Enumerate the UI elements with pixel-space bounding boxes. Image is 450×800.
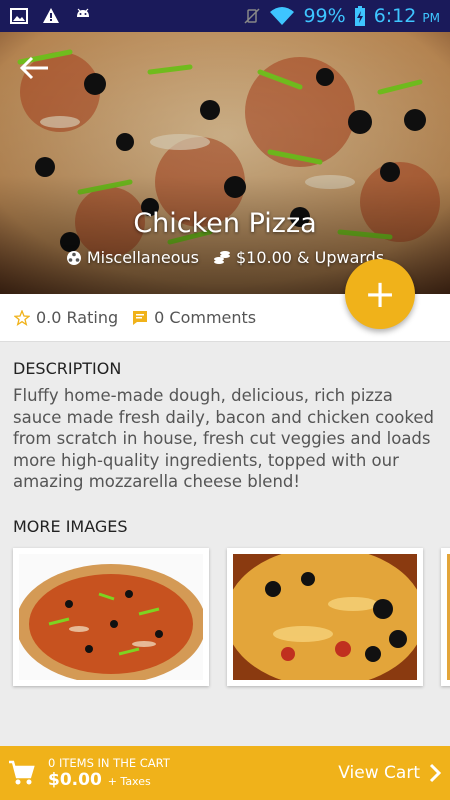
comment-icon [133, 310, 148, 325]
product-category: Miscellaneous [86, 248, 199, 267]
warning-icon [43, 8, 59, 23]
shopping-cart-icon [9, 760, 35, 785]
gallery-thumbnail[interactable] [225, 547, 425, 687]
product-title: Chicken Pizza [133, 208, 317, 239]
battery-charging-icon [354, 6, 365, 26]
pizza-image [16, 554, 206, 684]
image-icon [10, 8, 28, 24]
gallery-thumbnail[interactable] [441, 548, 450, 686]
more-images-gallery [13, 547, 450, 688]
cart-items-count: 0 ITEMS IN THE CART [48, 756, 170, 770]
view-cart-button[interactable]: View Cart [338, 763, 442, 783]
gallery-thumbnail[interactable] [13, 548, 209, 686]
chevron-right-icon [429, 763, 442, 783]
add-to-cart-fab[interactable]: + [345, 259, 415, 329]
comments-item[interactable]: 0 Comments [132, 308, 256, 327]
comments-label: 0 Comments [154, 308, 257, 327]
description-text: Fluffy home-made dough, delicious, rich … [13, 386, 434, 491]
rating-label: 0.0 Rating [36, 308, 119, 327]
more-images-heading: MORE IMAGES [13, 517, 128, 536]
star-icon [14, 309, 30, 326]
rating-item[interactable]: 0.0 Rating [14, 308, 118, 327]
status-bar: 99% 6:12 PM [0, 0, 450, 32]
view-cart-label: View Cart [338, 763, 420, 783]
android-icon [77, 8, 89, 17]
wifi-icon [270, 7, 295, 25]
category-icon [66, 250, 81, 265]
coins-icon [213, 250, 230, 264]
hero-image: Chicken Pizza Miscellaneous $10.00 & Upw… [0, 32, 450, 294]
cart-summary: 0 ITEMS IN THE CART $0.00 + Taxes [48, 756, 170, 790]
pizza-image [225, 547, 425, 687]
vibrate-off-icon [244, 8, 260, 24]
cart-total: $0.00 + Taxes [48, 770, 151, 790]
description-heading: DESCRIPTION [13, 359, 122, 378]
back-arrow-icon[interactable] [20, 56, 50, 80]
battery-percent: 99% [303, 5, 346, 27]
clock: 6:12 PM [373, 5, 440, 27]
cart-bar[interactable]: 0 ITEMS IN THE CART $0.00 + Taxes View C… [0, 746, 450, 800]
